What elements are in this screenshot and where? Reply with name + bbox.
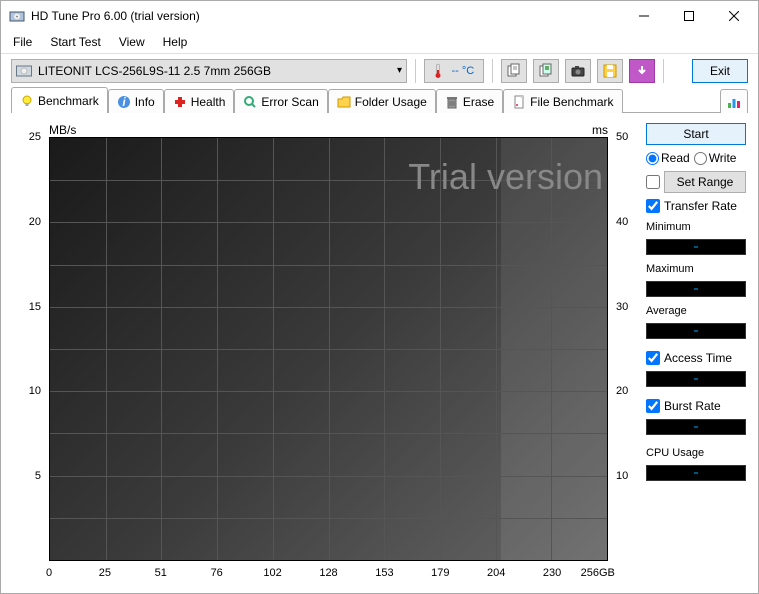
exit-button[interactable]: Exit	[692, 59, 748, 83]
drive-icon	[16, 65, 32, 77]
drive-name: LITEONIT LCS-256L9S-11 2.5 7mm 256GB	[38, 64, 397, 78]
separator	[492, 59, 493, 83]
file-icon	[512, 95, 526, 109]
mode-radios: Read Write	[646, 151, 746, 165]
titlebar: HD Tune Pro 6.00 (trial version)	[1, 1, 758, 31]
y-left-unit: MB/s	[49, 123, 76, 137]
info-icon: i	[117, 95, 131, 109]
menu-view[interactable]: View	[111, 33, 153, 51]
burst-rate-label: Burst Rate	[664, 399, 721, 413]
search-icon	[243, 95, 257, 109]
burst-rate-checkbox[interactable]	[646, 399, 660, 413]
minimum-label: Minimum	[646, 221, 746, 233]
menu-file[interactable]: File	[5, 33, 40, 51]
tab-label: Health	[191, 95, 226, 109]
menu-start-test[interactable]: Start Test	[42, 33, 108, 51]
y-axis-left: 25 20 15 10 5	[13, 137, 45, 561]
access-time-value	[646, 371, 746, 387]
trash-icon	[445, 95, 459, 109]
tab-info[interactable]: i Info	[108, 89, 164, 113]
tab-label: Info	[135, 95, 155, 109]
burst-rate-value	[646, 419, 746, 435]
chart-plot: Trial version	[49, 137, 608, 561]
tab-benchmark[interactable]: Benchmark	[11, 87, 108, 113]
tab-label: Folder Usage	[355, 95, 427, 109]
set-range-button[interactable]: Set Range	[664, 171, 746, 193]
window-title: HD Tune Pro 6.00 (trial version)	[31, 9, 621, 23]
bulb-icon	[20, 94, 34, 108]
cpu-usage-value	[646, 465, 746, 481]
health-icon	[173, 95, 187, 109]
tab-file-benchmark[interactable]: File Benchmark	[503, 89, 622, 113]
tab-erase[interactable]: Erase	[436, 89, 503, 113]
tab-monitor[interactable]	[720, 89, 748, 113]
start-button[interactable]: Start	[646, 123, 746, 145]
read-radio[interactable]: Read	[646, 151, 690, 165]
maximize-button[interactable]	[666, 2, 711, 30]
access-time-checkbox[interactable]	[646, 351, 660, 365]
copy-text-button[interactable]	[501, 59, 527, 83]
chevron-down-icon: ▾	[397, 65, 402, 76]
tab-label: Benchmark	[38, 94, 99, 108]
side-panel: Start Read Write Set Range Transfer Rate…	[646, 123, 746, 583]
screenshot-button[interactable]	[565, 59, 591, 83]
separator	[415, 59, 416, 83]
temperature-button[interactable]: -- °C	[424, 59, 484, 83]
chart-icon	[727, 95, 741, 109]
temperature-value: -- °C	[451, 65, 474, 77]
cpu-usage-label: CPU Usage	[646, 447, 746, 459]
tabbar: Benchmark i Info Health Error Scan Folde…	[1, 87, 758, 113]
close-button[interactable]	[711, 2, 756, 30]
transfer-rate-label: Transfer Rate	[664, 199, 737, 213]
average-label: Average	[646, 305, 746, 317]
drive-select[interactable]: LITEONIT LCS-256L9S-11 2.5 7mm 256GB ▾	[11, 59, 407, 83]
tab-label: Erase	[463, 95, 494, 109]
transfer-rate-checkbox[interactable]	[646, 199, 660, 213]
content: MB/s ms 25 20 15 10 5 50 40 30 20 10 Tri…	[1, 113, 758, 593]
tab-health[interactable]: Health	[164, 89, 235, 113]
y-right-unit: ms	[592, 123, 608, 137]
range-checkbox[interactable]	[646, 175, 660, 189]
menubar: File Start Test View Help	[1, 31, 758, 53]
tab-label: File Benchmark	[530, 95, 613, 109]
x-axis: 0 25 51 76 102 128 153 179 204 230 256GB	[49, 565, 608, 583]
app-icon	[9, 8, 25, 24]
maximum-label: Maximum	[646, 263, 746, 275]
average-value	[646, 323, 746, 339]
save-button[interactable]	[597, 59, 623, 83]
chart-area: MB/s ms 25 20 15 10 5 50 40 30 20 10 Tri…	[13, 123, 638, 583]
minimum-value	[646, 239, 746, 255]
maximum-value	[646, 281, 746, 297]
menu-help[interactable]: Help	[155, 33, 196, 51]
tab-error-scan[interactable]: Error Scan	[234, 89, 327, 113]
tab-label: Error Scan	[261, 95, 318, 109]
separator	[663, 59, 664, 83]
toolbar: LITEONIT LCS-256L9S-11 2.5 7mm 256GB ▾ -…	[1, 53, 758, 87]
folder-icon	[337, 95, 351, 109]
thermometer-icon	[434, 63, 442, 79]
minimize-button[interactable]	[621, 2, 666, 30]
write-radio[interactable]: Write	[694, 151, 737, 165]
copy-image-button[interactable]	[533, 59, 559, 83]
y-axis-right: 50 40 30 20 10	[612, 137, 638, 561]
refresh-button[interactable]	[629, 59, 655, 83]
watermark: Trial version	[408, 156, 603, 198]
access-time-label: Access Time	[664, 351, 732, 365]
tab-folder-usage[interactable]: Folder Usage	[328, 89, 436, 113]
